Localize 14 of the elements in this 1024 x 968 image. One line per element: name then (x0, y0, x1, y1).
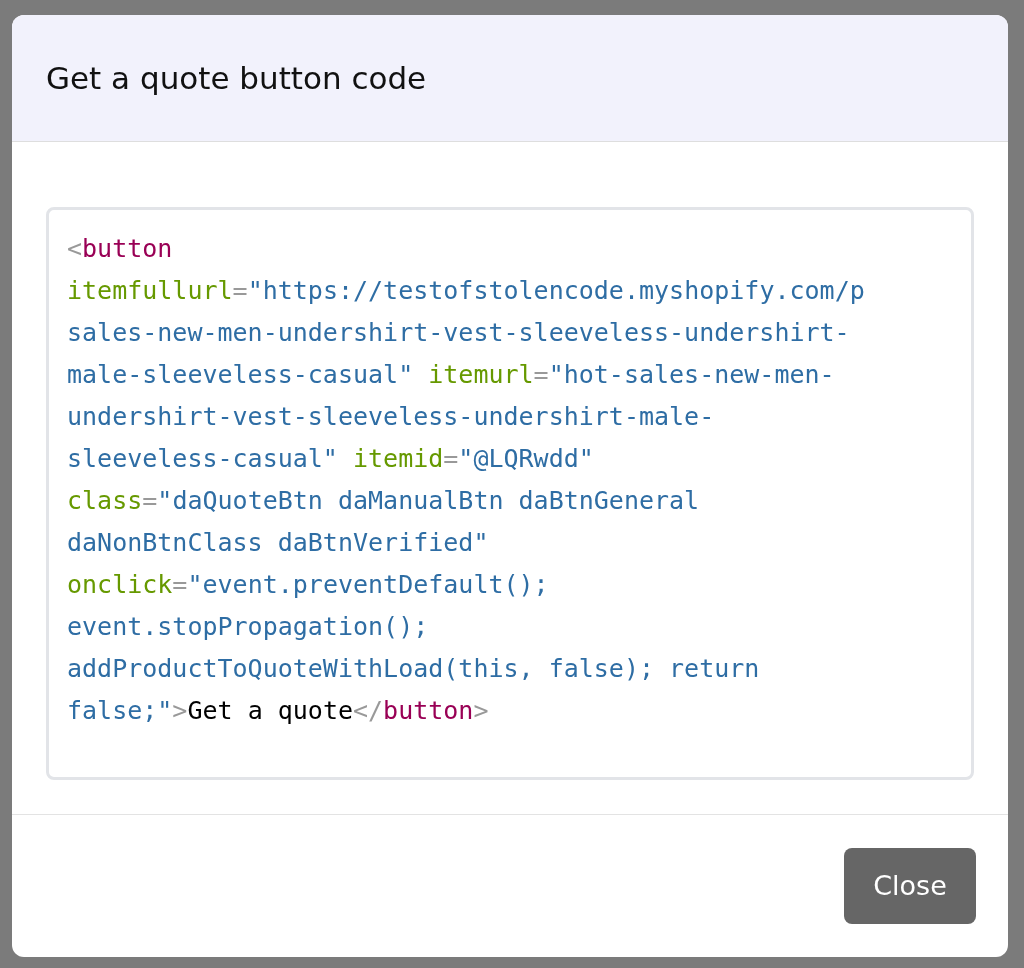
code-line: false;">Get a quote</button> (67, 695, 489, 727)
code-line: male-sleeveless-casual" itemurl="hot-sales-new-men- (67, 359, 835, 391)
code-line: daNonBtnClass daBtnVerified" (67, 527, 489, 559)
code-line: addProductToQuoteWithLoad(this, false); return (67, 653, 760, 685)
code-line: sales-new-men-undershirt-vest-sleeveless-undershirt- (67, 317, 850, 349)
code-line: undershirt-vest-sleeveless-undershirt-male- (67, 401, 715, 433)
code-line: sleeveless-casual" itemid="@LQRwdd" (67, 443, 594, 475)
close-button[interactable]: Close (844, 848, 976, 924)
code-line: event.stopPropagation(); (67, 611, 429, 643)
code-line: itemfullurl="https://testofstolencode.myshopify.com/p (67, 275, 865, 307)
dialog-title: Get a quote button code (46, 58, 427, 98)
code-line: onclick="event.preventDefault(); (67, 569, 549, 601)
code-line: class="daQuoteBtn daManualBtn daBtnGeneral (67, 485, 700, 517)
code-line: <button (67, 233, 173, 265)
